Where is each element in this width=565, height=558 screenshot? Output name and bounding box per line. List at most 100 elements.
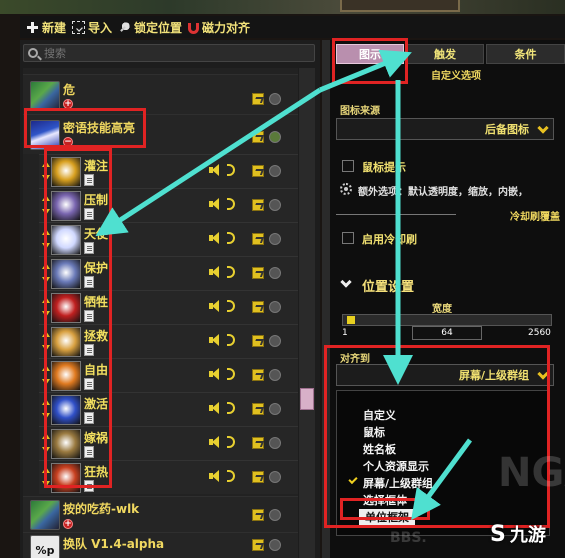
document-icon[interactable] bbox=[84, 378, 94, 390]
enable-cooldown-checkbox[interactable] bbox=[342, 232, 354, 244]
extra-options-text[interactable]: 额外选项：默认透明度，缩放，内嵌， bbox=[358, 183, 528, 198]
new-button[interactable]: 新建 bbox=[26, 19, 66, 36]
load-icon[interactable] bbox=[252, 301, 264, 313]
group-row[interactable]: %p 换队 V1.4-alpha bbox=[23, 532, 298, 558]
move-up-icon[interactable] bbox=[42, 399, 50, 405]
document-icon[interactable] bbox=[84, 412, 94, 424]
aura-row[interactable]: 压制 bbox=[39, 188, 298, 222]
load-icon[interactable] bbox=[252, 165, 264, 177]
tab-display[interactable]: 图示 bbox=[336, 44, 404, 64]
move-down-icon[interactable] bbox=[42, 379, 50, 385]
sound-icon[interactable] bbox=[209, 161, 239, 179]
move-up-icon[interactable] bbox=[42, 433, 50, 439]
load-icon[interactable] bbox=[252, 267, 264, 279]
move-down-icon[interactable] bbox=[42, 447, 50, 453]
load-icon[interactable] bbox=[252, 233, 264, 245]
sound-icon[interactable] bbox=[209, 297, 239, 315]
visibility-icon[interactable] bbox=[269, 93, 281, 105]
visibility-icon[interactable] bbox=[269, 335, 281, 347]
sound-icon[interactable] bbox=[209, 365, 239, 383]
move-up-icon[interactable] bbox=[42, 161, 50, 167]
sound-icon[interactable] bbox=[209, 399, 239, 417]
move-down-icon[interactable] bbox=[42, 481, 50, 487]
move-up-icon[interactable] bbox=[42, 263, 50, 269]
document-icon[interactable] bbox=[84, 208, 94, 220]
magnet-align-button[interactable]: 磁力对齐 bbox=[188, 19, 250, 36]
visibility-icon[interactable] bbox=[269, 233, 281, 245]
menu-item-unit-frame[interactable]: 单位框架 bbox=[359, 509, 415, 525]
aura-row[interactable]: 保护 bbox=[39, 256, 298, 290]
mouse-tooltip-checkbox[interactable] bbox=[342, 160, 354, 172]
visibility-icon[interactable] bbox=[269, 437, 281, 449]
aura-row[interactable]: 灌注 bbox=[39, 154, 298, 188]
menu-item-nameplate[interactable]: 姓名板 bbox=[363, 441, 396, 457]
document-icon[interactable] bbox=[84, 446, 94, 458]
search-input[interactable] bbox=[44, 46, 284, 60]
visibility-icon[interactable] bbox=[269, 509, 281, 521]
document-icon[interactable] bbox=[84, 310, 94, 322]
move-up-icon[interactable] bbox=[42, 467, 50, 473]
document-icon[interactable] bbox=[84, 480, 94, 492]
visibility-icon[interactable] bbox=[269, 301, 281, 313]
list-scrollbar[interactable] bbox=[299, 68, 315, 558]
aura-row[interactable]: 天使 bbox=[39, 222, 298, 256]
group-row[interactable]: 按的吃药-wlk + bbox=[23, 496, 298, 532]
aura-row[interactable]: 嫁祸 bbox=[39, 426, 298, 460]
move-down-icon[interactable] bbox=[42, 209, 50, 215]
sound-icon[interactable] bbox=[209, 331, 239, 349]
move-down-icon[interactable] bbox=[42, 277, 50, 283]
sound-icon[interactable] bbox=[209, 467, 239, 485]
load-icon[interactable] bbox=[252, 369, 264, 381]
visibility-icon[interactable] bbox=[269, 165, 281, 177]
menu-item-screen[interactable]: 屏幕/上级群组 bbox=[363, 475, 433, 491]
load-icon[interactable] bbox=[252, 437, 264, 449]
expand-icon[interactable]: + bbox=[63, 99, 73, 109]
move-down-icon[interactable] bbox=[42, 413, 50, 419]
load-icon[interactable] bbox=[252, 335, 264, 347]
visibility-icon[interactable] bbox=[269, 267, 281, 279]
move-up-icon[interactable] bbox=[42, 229, 50, 235]
load-icon[interactable] bbox=[252, 539, 264, 551]
document-icon[interactable] bbox=[84, 344, 94, 356]
slider-knob[interactable] bbox=[347, 316, 355, 324]
move-up-icon[interactable] bbox=[42, 297, 50, 303]
move-down-icon[interactable] bbox=[42, 345, 50, 351]
aura-row[interactable]: 牺牲 bbox=[39, 290, 298, 324]
move-down-icon[interactable] bbox=[42, 243, 50, 249]
icon-source-dropdown[interactable]: 后备图标 bbox=[336, 118, 554, 140]
document-icon[interactable] bbox=[84, 276, 94, 288]
move-down-icon[interactable] bbox=[42, 175, 50, 181]
collapse-icon[interactable]: − bbox=[63, 137, 73, 147]
tab-trigger[interactable]: 触发 bbox=[406, 44, 484, 64]
document-icon[interactable] bbox=[84, 174, 94, 186]
import-button[interactable]: 导入 bbox=[72, 19, 112, 36]
sound-icon[interactable] bbox=[209, 263, 239, 281]
lock-position-button[interactable]: 锁定位置 bbox=[118, 19, 182, 36]
load-icon[interactable] bbox=[252, 199, 264, 211]
tab-conditions[interactable]: 条件 bbox=[486, 44, 565, 64]
width-slider[interactable] bbox=[342, 314, 552, 326]
sound-icon[interactable] bbox=[209, 195, 239, 213]
visibility-icon[interactable] bbox=[269, 471, 281, 483]
visibility-icon[interactable] bbox=[269, 403, 281, 415]
menu-item-mouse[interactable]: 鼠标 bbox=[363, 424, 385, 440]
aura-row[interactable]: 拯救 bbox=[39, 324, 298, 358]
menu-item-select-frame[interactable]: 选择框体 bbox=[363, 492, 407, 508]
load-icon[interactable] bbox=[252, 93, 264, 105]
group-row[interactable]: 密语技能高亮 − bbox=[23, 114, 298, 154]
document-icon[interactable] bbox=[84, 242, 94, 254]
width-input[interactable]: 64 bbox=[412, 326, 482, 340]
visibility-icon[interactable] bbox=[269, 131, 281, 143]
sound-icon[interactable] bbox=[209, 433, 239, 451]
menu-item-custom[interactable]: 自定义 bbox=[363, 407, 396, 423]
anchor-dropdown[interactable]: 屏幕/上级群组 bbox=[336, 364, 554, 386]
load-icon[interactable] bbox=[252, 509, 264, 521]
visibility-icon[interactable] bbox=[269, 369, 281, 381]
move-down-icon[interactable] bbox=[42, 311, 50, 317]
load-icon[interactable] bbox=[252, 131, 264, 143]
move-up-icon[interactable] bbox=[42, 331, 50, 337]
collapse-chevron-icon[interactable] bbox=[340, 276, 352, 288]
move-up-icon[interactable] bbox=[42, 365, 50, 371]
aura-row[interactable]: 狂热 bbox=[39, 460, 298, 494]
load-icon[interactable] bbox=[252, 471, 264, 483]
